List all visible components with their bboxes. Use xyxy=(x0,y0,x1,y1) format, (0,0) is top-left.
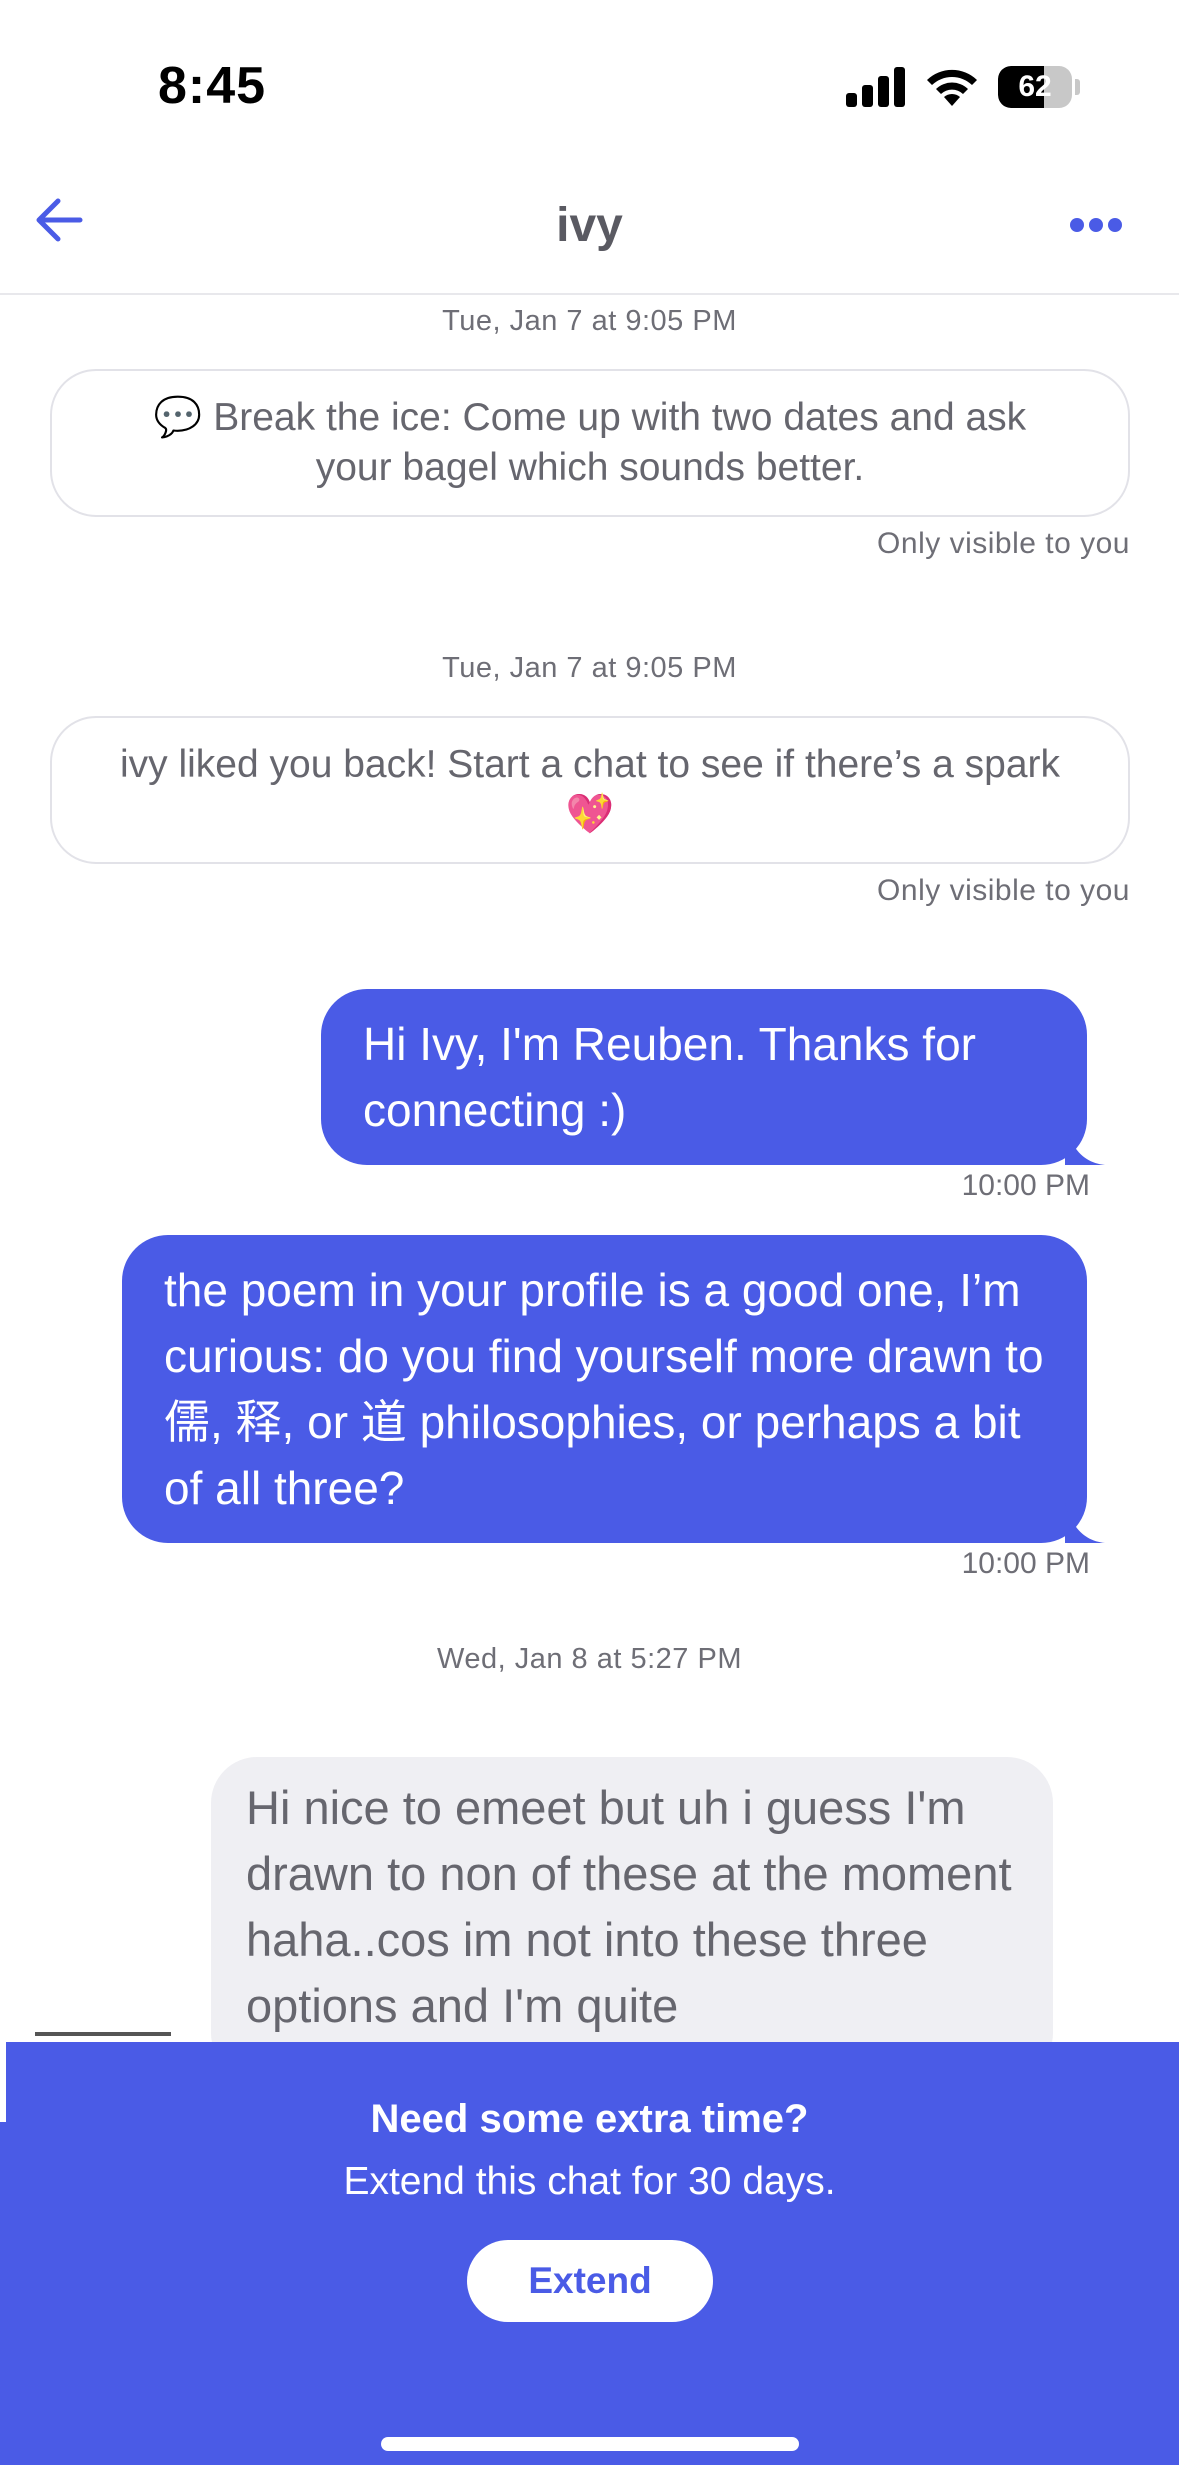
icebreaker-tip-text: Break the ice: Come up with two dates an… xyxy=(213,396,1027,489)
wifi-icon xyxy=(927,69,977,106)
day-separator: Wed, Jan 8 at 5:27 PM xyxy=(437,1643,742,1675)
more-options-icon[interactable] xyxy=(1066,210,1126,240)
battery-percentage: 62 xyxy=(1018,70,1052,103)
sent-message-text: the poem in your profile is a good one, … xyxy=(164,1264,1044,1514)
sent-message-bubble[interactable]: the poem in your profile is a good one, … xyxy=(122,1235,1105,1543)
message-list[interactable]: Tue, Jan 7 at 9:05 PM 💬 Break the ice: C… xyxy=(0,297,1179,2042)
chat-screen: 8:45 62 ivy Tue, Jan 7 at 9:05 PM 💬 Brea… xyxy=(0,0,1179,2465)
message-time: 10:00 PM xyxy=(961,1169,1090,1202)
extend-banner-title: Need some extra time? xyxy=(370,2097,809,2141)
cellular-signal-icon xyxy=(846,67,906,107)
visibility-note: Only visible to you xyxy=(877,874,1130,907)
extend-chat-banner: Need some extra time? Extend this chat f… xyxy=(0,2042,1179,2465)
icebreaker-tip-card: 💬 Break the ice: Come up with two dates … xyxy=(50,369,1130,517)
sent-message-text: Hi Ivy, I'm Reuben. Thanks for connectin… xyxy=(363,1018,976,1136)
sent-message-bubble[interactable]: Hi Ivy, I'm Reuben. Thanks for connectin… xyxy=(321,989,1105,1165)
home-indicator[interactable] xyxy=(381,2437,799,2451)
nav-bar: ivy xyxy=(0,150,1179,295)
received-message-bubble[interactable]: Hi nice to emeet but uh i guess I'm draw… xyxy=(211,1757,1053,2042)
avatar[interactable] xyxy=(35,2032,171,2042)
system-message-timestamp: Tue, Jan 7 at 9:05 PM xyxy=(442,305,737,337)
message-time: 10:00 PM xyxy=(961,1547,1090,1580)
conversation-title: ivy xyxy=(556,199,623,252)
visibility-note: Only visible to you xyxy=(877,527,1130,560)
extend-button[interactable]: Extend xyxy=(467,2240,713,2322)
status-time: 8:45 xyxy=(158,57,267,115)
bubble-tail xyxy=(1065,1503,1105,1543)
received-message-text: Hi nice to emeet but uh i guess I'm draw… xyxy=(246,1781,1012,2032)
bubble-tail xyxy=(1065,1125,1105,1165)
match-notice-card: ivy liked you back! Start a chat to see … xyxy=(50,716,1130,864)
match-notice-text: ivy liked you back! Start a chat to see … xyxy=(119,743,1061,836)
battery-icon: 62 xyxy=(998,66,1080,108)
extend-banner-subtitle: Extend this chat for 30 days. xyxy=(343,2160,836,2203)
speech-bubble-icon: 💬 xyxy=(153,396,203,439)
system-message-timestamp: Tue, Jan 7 at 9:05 PM xyxy=(442,652,737,684)
status-bar: 8:45 62 xyxy=(0,0,1179,150)
